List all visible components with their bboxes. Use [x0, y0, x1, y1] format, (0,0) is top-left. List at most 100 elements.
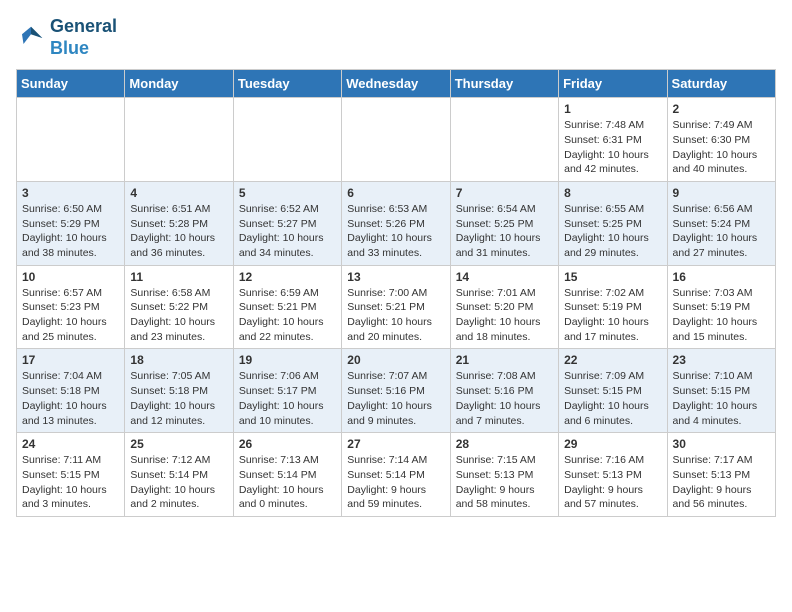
calendar-cell: 11 Sunrise: 6:58 AM Sunset: 5:22 PM Dayli…: [125, 265, 233, 349]
day-number: 21: [456, 353, 553, 367]
logo: General Blue: [16, 16, 117, 59]
calendar-cell: 8Sunrise: 6:55 AM Sunset: 5:25 PM Daylig…: [559, 181, 667, 265]
day-info: Sunrise: 7:09 AM Sunset: 5:15 PM Dayligh…: [564, 369, 661, 428]
day-info: Sunrise: 6:53 AM Sunset: 5:26 PM Dayligh…: [347, 202, 444, 261]
day-info: Sunrise: 6:54 AM Sunset: 5:25 PM Dayligh…: [456, 202, 553, 261]
calendar-cell: [125, 98, 233, 182]
weekday-header-monday: Monday: [125, 70, 233, 98]
calendar-cell: 21Sunrise: 7:08 AM Sunset: 5:16 PM Dayli…: [450, 349, 558, 433]
day-info: Sunrise: 7:13 AM Sunset: 5:14 PM Dayligh…: [239, 453, 336, 512]
day-number: 3: [22, 186, 119, 200]
day-info: Sunrise: 6:50 AM Sunset: 5:29 PM Dayligh…: [22, 202, 119, 261]
day-number: 12: [239, 270, 336, 284]
day-number: 6: [347, 186, 444, 200]
day-number: 24: [22, 437, 119, 451]
calendar-cell: 25 Sunrise: 7:12 AM Sunset: 5:14 PM Dayli…: [125, 433, 233, 517]
day-number: 18: [130, 353, 227, 367]
day-number: 20: [347, 353, 444, 367]
calendar-cell: 13 Sunrise: 7:00 AM Sunset: 5:21 PM Dayli…: [342, 265, 450, 349]
calendar-cell: 12 Sunrise: 6:59 AM Sunset: 5:21 PM Dayli…: [233, 265, 341, 349]
calendar-cell: 18Sunrise: 7:05 AM Sunset: 5:18 PM Dayli…: [125, 349, 233, 433]
day-number: 13: [347, 270, 444, 284]
calendar-header-row: SundayMondayTuesdayWednesdayThursdayFrid…: [17, 70, 776, 98]
day-number: 7: [456, 186, 553, 200]
calendar-cell: 27 Sunrise: 7:14 AM Sunset: 5:14 PM Dayli…: [342, 433, 450, 517]
calendar-cell: [233, 98, 341, 182]
day-info: Sunrise: 7:15 AM Sunset: 5:13 PM Dayligh…: [456, 453, 553, 512]
calendar-cell: [450, 98, 558, 182]
weekday-header-friday: Friday: [559, 70, 667, 98]
day-info: Sunrise: 6:57 AM Sunset: 5:23 PM Dayligh…: [22, 286, 119, 345]
day-number: 8: [564, 186, 661, 200]
calendar-cell: 2 Sunrise: 7:49 AM Sunset: 6:30 PM Daylig…: [667, 98, 775, 182]
day-number: 11: [130, 270, 227, 284]
calendar-cell: 28 Sunrise: 7:15 AM Sunset: 5:13 PM Dayli…: [450, 433, 558, 517]
weekday-header-tuesday: Tuesday: [233, 70, 341, 98]
day-info: Sunrise: 6:51 AM Sunset: 5:28 PM Dayligh…: [130, 202, 227, 261]
day-number: 26: [239, 437, 336, 451]
day-info: Sunrise: 7:04 AM Sunset: 5:18 PM Dayligh…: [22, 369, 119, 428]
calendar-cell: 24Sunrise: 7:11 AM Sunset: 5:15 PM Dayli…: [17, 433, 125, 517]
calendar: SundayMondayTuesdayWednesdayThursdayFrid…: [16, 69, 776, 517]
week-row-1: 1 Sunrise: 7:48 AM Sunset: 6:31 PM Daylig…: [17, 98, 776, 182]
day-info: Sunrise: 7:48 AM Sunset: 6:31 PM Dayligh…: [564, 118, 661, 177]
calendar-cell: [17, 98, 125, 182]
day-info: Sunrise: 7:01 AM Sunset: 5:20 PM Dayligh…: [456, 286, 553, 345]
day-number: 22: [564, 353, 661, 367]
calendar-cell: 23 Sunrise: 7:10 AM Sunset: 5:15 PM Dayli…: [667, 349, 775, 433]
day-info: Sunrise: 7:06 AM Sunset: 5:17 PM Dayligh…: [239, 369, 336, 428]
weekday-header-sunday: Sunday: [17, 70, 125, 98]
day-number: 17: [22, 353, 119, 367]
day-number: 2: [673, 102, 770, 116]
calendar-cell: [342, 98, 450, 182]
day-info: Sunrise: 7:02 AM Sunset: 5:19 PM Dayligh…: [564, 286, 661, 345]
day-info: Sunrise: 6:59 AM Sunset: 5:21 PM Dayligh…: [239, 286, 336, 345]
day-info: Sunrise: 7:07 AM Sunset: 5:16 PM Dayligh…: [347, 369, 444, 428]
weekday-header-thursday: Thursday: [450, 70, 558, 98]
day-number: 30: [673, 437, 770, 451]
day-info: Sunrise: 7:49 AM Sunset: 6:30 PM Dayligh…: [673, 118, 770, 177]
day-info: Sunrise: 7:03 AM Sunset: 5:19 PM Dayligh…: [673, 286, 770, 345]
week-row-2: 3 Sunrise: 6:50 AM Sunset: 5:29 PM Daylig…: [17, 181, 776, 265]
calendar-cell: 30 Sunrise: 7:17 AM Sunset: 5:13 PM Dayli…: [667, 433, 775, 517]
day-number: 27: [347, 437, 444, 451]
calendar-cell: 7 Sunrise: 6:54 AM Sunset: 5:25 PM Daylig…: [450, 181, 558, 265]
day-info: Sunrise: 6:52 AM Sunset: 5:27 PM Dayligh…: [239, 202, 336, 261]
weekday-header-saturday: Saturday: [667, 70, 775, 98]
calendar-cell: 1 Sunrise: 7:48 AM Sunset: 6:31 PM Daylig…: [559, 98, 667, 182]
calendar-cell: 17 Sunrise: 7:04 AM Sunset: 5:18 PM Dayli…: [17, 349, 125, 433]
calendar-cell: 10Sunrise: 6:57 AM Sunset: 5:23 PM Dayli…: [17, 265, 125, 349]
week-row-3: 10Sunrise: 6:57 AM Sunset: 5:23 PM Dayli…: [17, 265, 776, 349]
calendar-cell: 16 Sunrise: 7:03 AM Sunset: 5:19 PM Dayli…: [667, 265, 775, 349]
day-number: 14: [456, 270, 553, 284]
day-number: 28: [456, 437, 553, 451]
calendar-cell: 4 Sunrise: 6:51 AM Sunset: 5:28 PM Daylig…: [125, 181, 233, 265]
day-info: Sunrise: 7:00 AM Sunset: 5:21 PM Dayligh…: [347, 286, 444, 345]
calendar-cell: 26 Sunrise: 7:13 AM Sunset: 5:14 PM Dayli…: [233, 433, 341, 517]
calendar-cell: 20 Sunrise: 7:07 AM Sunset: 5:16 PM Dayli…: [342, 349, 450, 433]
day-info: Sunrise: 6:56 AM Sunset: 5:24 PM Dayligh…: [673, 202, 770, 261]
day-info: Sunrise: 7:10 AM Sunset: 5:15 PM Dayligh…: [673, 369, 770, 428]
day-info: Sunrise: 7:14 AM Sunset: 5:14 PM Dayligh…: [347, 453, 444, 512]
day-info: Sunrise: 6:58 AM Sunset: 5:22 PM Dayligh…: [130, 286, 227, 345]
day-number: 23: [673, 353, 770, 367]
logo-text: General Blue: [50, 16, 117, 59]
week-row-5: 24Sunrise: 7:11 AM Sunset: 5:15 PM Dayli…: [17, 433, 776, 517]
day-number: 19: [239, 353, 336, 367]
calendar-cell: 14 Sunrise: 7:01 AM Sunset: 5:20 PM Dayli…: [450, 265, 558, 349]
day-number: 29: [564, 437, 661, 451]
day-number: 4: [130, 186, 227, 200]
calendar-cell: 6 Sunrise: 6:53 AM Sunset: 5:26 PM Daylig…: [342, 181, 450, 265]
calendar-cell: 22 Sunrise: 7:09 AM Sunset: 5:15 PM Dayli…: [559, 349, 667, 433]
calendar-cell: 3 Sunrise: 6:50 AM Sunset: 5:29 PM Daylig…: [17, 181, 125, 265]
calendar-cell: 9Sunrise: 6:56 AM Sunset: 5:24 PM Daylig…: [667, 181, 775, 265]
day-number: 1: [564, 102, 661, 116]
day-number: 15: [564, 270, 661, 284]
day-info: Sunrise: 7:12 AM Sunset: 5:14 PM Dayligh…: [130, 453, 227, 512]
calendar-cell: 29Sunrise: 7:16 AM Sunset: 5:13 PM Dayli…: [559, 433, 667, 517]
calendar-cell: 15 Sunrise: 7:02 AM Sunset: 5:19 PM Dayli…: [559, 265, 667, 349]
day-number: 16: [673, 270, 770, 284]
header: General Blue: [16, 16, 776, 59]
day-number: 25: [130, 437, 227, 451]
day-info: Sunrise: 7:17 AM Sunset: 5:13 PM Dayligh…: [673, 453, 770, 512]
